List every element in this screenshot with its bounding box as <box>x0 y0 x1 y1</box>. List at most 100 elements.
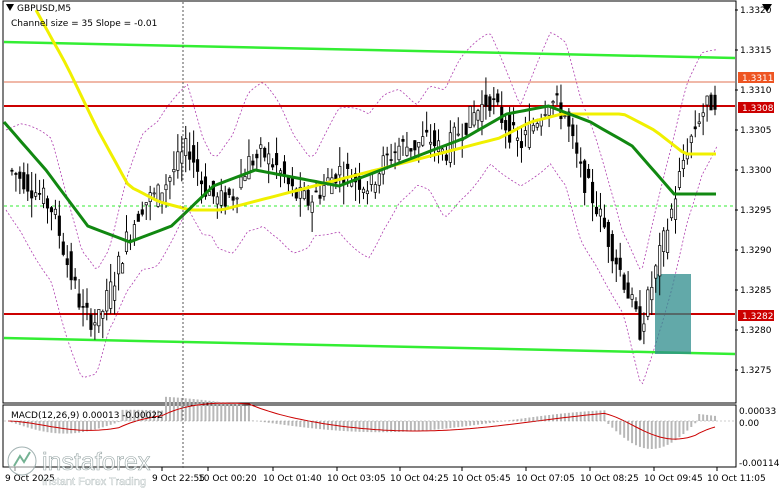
candle-body <box>69 251 73 281</box>
candle-body <box>113 285 117 301</box>
candle-body <box>650 286 654 301</box>
candle-body <box>101 310 105 319</box>
candle-body <box>626 282 630 299</box>
x-tick-label: 10 Oct 01:40 <box>263 474 322 484</box>
candle-body <box>61 241 65 255</box>
y-tick-label: 1.3290 <box>740 246 772 256</box>
candle-body <box>393 151 397 154</box>
candle-body <box>697 121 701 124</box>
candle-body <box>583 160 587 193</box>
candle-body <box>425 129 429 133</box>
candle-body <box>523 130 527 136</box>
candle-body <box>160 192 164 203</box>
candle-body <box>286 177 290 185</box>
candle-body <box>504 120 508 131</box>
candle-body <box>673 198 678 220</box>
candle-body <box>448 132 452 163</box>
candle-body <box>476 110 480 121</box>
candle-body <box>658 245 662 277</box>
candle-body <box>65 258 69 266</box>
candle-body <box>587 168 591 178</box>
price-tag-label: 1.3308 <box>742 104 774 114</box>
candle-body <box>429 141 433 145</box>
x-tick-label: 10 Oct 09:45 <box>644 474 703 484</box>
candle-body <box>263 147 267 158</box>
candle-body <box>634 301 638 310</box>
candle-body <box>176 151 180 171</box>
candle-body <box>18 171 22 179</box>
logo-brand: instaforex <box>42 448 151 476</box>
candle-body <box>512 122 516 126</box>
macd-tick-top: 0.00033 <box>739 407 776 417</box>
y-tick-label: 1.3315 <box>740 46 772 56</box>
candle-body <box>180 151 184 164</box>
candle-body <box>610 234 614 262</box>
candle-body <box>377 173 381 186</box>
candle-body <box>136 213 140 222</box>
candle-body <box>433 130 437 147</box>
candle-body <box>472 112 476 126</box>
candle-body <box>401 139 405 142</box>
candle-body <box>519 141 524 149</box>
candle-body <box>622 274 626 290</box>
candle-body <box>662 230 666 252</box>
x-tick-label: 10 Oct 11:05 <box>707 474 766 484</box>
candle-body <box>421 136 425 146</box>
candle-body <box>290 177 294 187</box>
candle-body <box>405 146 409 156</box>
candle-body <box>45 198 50 209</box>
candle-body <box>184 138 188 156</box>
candle-body <box>654 265 658 279</box>
candle-body <box>638 306 642 340</box>
y-tick-label: 1.3275 <box>740 366 772 376</box>
candle-body <box>417 142 421 148</box>
candle-body <box>53 208 57 215</box>
candle-body <box>496 93 500 103</box>
highlight-box <box>655 274 691 354</box>
candle-body <box>30 190 34 199</box>
candle-body <box>34 192 38 197</box>
candle-body <box>346 163 350 169</box>
candle-body <box>26 174 30 192</box>
candle-body <box>508 112 512 143</box>
macd-label: MACD(12,26,9) 0.00013 -0.00022 <box>11 411 163 421</box>
candle-body <box>666 229 670 253</box>
candle-body <box>97 309 101 327</box>
candle-body <box>413 140 417 151</box>
candle-body <box>515 137 520 141</box>
candle-body <box>709 94 713 111</box>
candle-body <box>681 159 685 170</box>
candle-body <box>685 154 689 160</box>
candle-body <box>591 181 595 204</box>
candle-body <box>120 263 125 274</box>
candle-body <box>444 154 448 161</box>
candle-body <box>255 153 259 159</box>
candle-body <box>192 145 196 163</box>
candle-body <box>89 314 93 330</box>
candle-body <box>575 142 579 154</box>
candle-body <box>527 122 531 148</box>
y-tick-label: 1.3300 <box>740 166 772 176</box>
candle-body <box>480 103 484 122</box>
x-tick-label: 10 Oct 07:05 <box>516 474 575 484</box>
candle-body <box>594 206 599 215</box>
candle-body <box>85 302 89 308</box>
candle-body <box>10 169 14 172</box>
candle-body <box>109 281 113 309</box>
price-tag-label: 1.3282 <box>742 312 774 322</box>
candle-body <box>81 306 85 308</box>
candle-body <box>705 95 709 106</box>
candle-body <box>555 93 559 96</box>
candle-body <box>693 126 697 130</box>
logo-icon <box>7 446 37 476</box>
candle-body <box>579 161 583 164</box>
candle-body <box>199 180 204 185</box>
candle-body <box>602 217 606 228</box>
candle-body <box>239 176 243 189</box>
x-tick-label: 10 Oct 05:45 <box>452 474 511 484</box>
candle-body <box>373 184 377 193</box>
candle-body <box>215 196 219 205</box>
candle-body <box>49 207 53 213</box>
candle-body <box>630 294 634 300</box>
candle-body <box>535 123 539 128</box>
